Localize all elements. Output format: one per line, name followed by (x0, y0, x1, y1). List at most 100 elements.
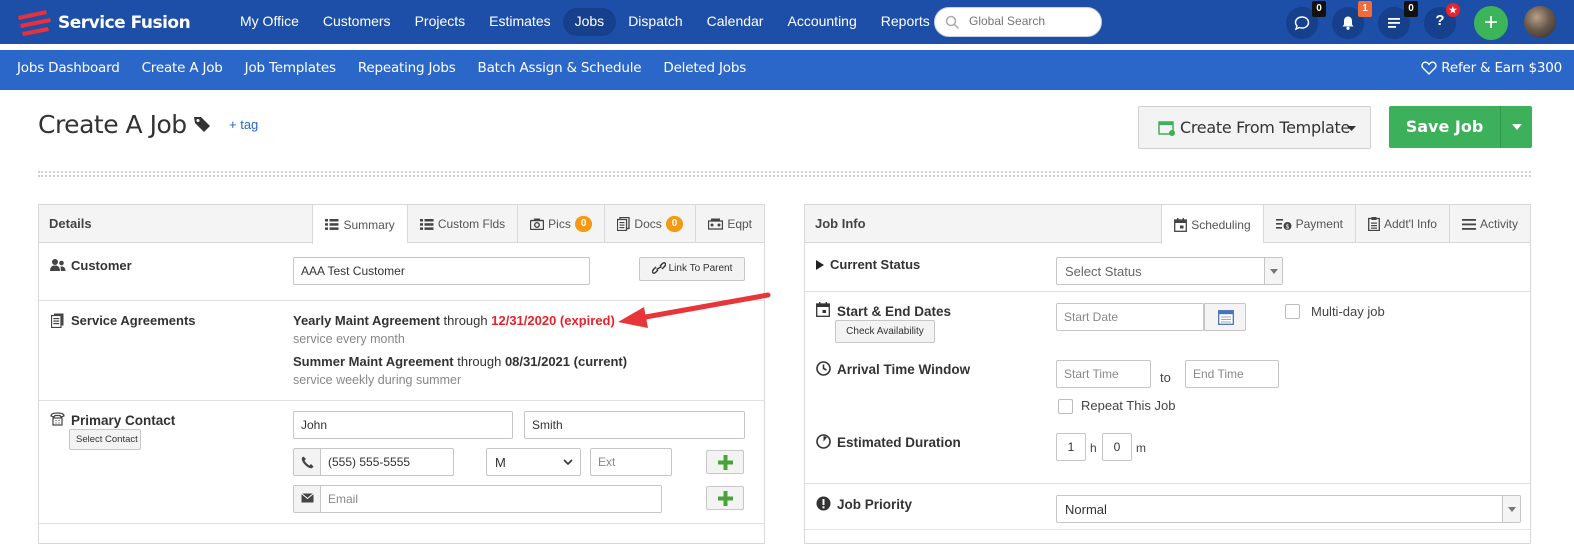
tag-icon (194, 117, 210, 132)
tab-payment[interactable]: $ Payment (1262, 205, 1355, 243)
subnav-create-a-job[interactable]: Create A Job (131, 60, 234, 76)
tab-summary[interactable]: Summary (312, 205, 407, 244)
check-availability-button[interactable]: Check Availability (835, 320, 935, 343)
nav-customers[interactable]: Customers (311, 8, 403, 36)
global-search[interactable] (934, 7, 1102, 37)
exclamation-icon (816, 496, 831, 511)
add-tag-link[interactable]: + tag (229, 117, 258, 132)
annotation-arrow (618, 292, 771, 328)
chat-button[interactable]: 0 (1286, 1, 1326, 39)
end-time-input[interactable]: End Time (1185, 360, 1279, 388)
link-icon (651, 262, 666, 274)
agreement-through: through (457, 354, 502, 369)
phone-prefix (293, 448, 321, 476)
docs-icon (617, 217, 631, 231)
duration-hours-input[interactable]: 1 (1056, 433, 1086, 461)
duration-minutes-input[interactable]: 0 (1102, 433, 1132, 461)
subnav-repeating-jobs[interactable]: Repeating Jobs (347, 60, 467, 76)
nav-reports[interactable]: Reports (869, 8, 942, 36)
timer-icon (816, 434, 831, 449)
multi-day-checkbox[interactable] (1285, 304, 1300, 319)
repeat-job-checkbox[interactable] (1058, 399, 1073, 414)
agreement-item[interactable]: Yearly Maint Agreement through 12/31/202… (293, 313, 615, 328)
payment-icon: $ (1275, 218, 1292, 230)
first-name-input[interactable]: John (293, 411, 513, 439)
create-from-template-button[interactable]: Create From Template (1138, 106, 1371, 149)
tab-equipment[interactable]: Eqpt (695, 205, 764, 243)
phone-handset-icon (301, 456, 314, 469)
tab-activity-label: Activity (1479, 217, 1518, 231)
status-select[interactable]: Select Status (1056, 257, 1283, 285)
equipment-icon (708, 218, 724, 230)
priority-select[interactable]: Normal (1056, 495, 1521, 523)
caret-down-icon (1512, 124, 1522, 130)
ext-input[interactable]: Ext (590, 448, 672, 476)
tab-additional-info[interactable]: Addt'l Info (1354, 205, 1449, 243)
subnav-batch-assign[interactable]: Batch Assign & Schedule (467, 60, 653, 76)
search-input[interactable] (969, 14, 1095, 28)
job-priority-label: Job Priority (837, 497, 913, 512)
nav-estimates[interactable]: Estimates (477, 8, 562, 36)
heart-icon (1421, 61, 1437, 75)
tab-docs[interactable]: Docs 0 (604, 205, 695, 243)
refer-link[interactable]: Refer & Earn $300 (1421, 60, 1562, 76)
customer-input[interactable]: AAA Test Customer (293, 257, 590, 285)
bell-icon (1342, 16, 1354, 30)
agreement-date-expired: 12/31/2020 (expired) (491, 313, 615, 328)
subnav-jobs-dashboard[interactable]: Jobs Dashboard (6, 60, 131, 76)
chevron-down-icon (1502, 496, 1520, 522)
email-input[interactable]: Email (320, 485, 662, 513)
top-navbar: Service Fusion My Office Customers Proje… (0, 0, 1574, 44)
tab-scheduling[interactable]: Scheduling (1161, 205, 1263, 244)
add-phone-button[interactable] (706, 450, 744, 474)
agreement-note: service every month (293, 332, 405, 346)
notifications-button[interactable]: 1 (1332, 1, 1372, 39)
tab-custom-fields-label: Custom Flds (437, 217, 506, 231)
start-date-input[interactable]: Start Date (1056, 303, 1204, 331)
nav-dispatch[interactable]: Dispatch (616, 8, 694, 36)
phone-input[interactable]: (555) 555-5555 (320, 448, 454, 476)
agreement-item[interactable]: Summer Maint Agreement through 08/31/202… (293, 354, 627, 369)
nav-calendar[interactable]: Calendar (695, 8, 776, 36)
nav-jobs[interactable]: Jobs (562, 8, 617, 36)
nav-projects[interactable]: Projects (403, 8, 478, 36)
quick-add-button[interactable]: + (1474, 6, 1508, 40)
link-to-parent-label: Link To Parent (668, 263, 733, 274)
calendar-icon (816, 302, 830, 317)
start-time-input[interactable]: Start Time (1056, 360, 1151, 388)
estimated-duration-label: Estimated Duration (837, 435, 961, 450)
tab-payment-label: Payment (1295, 217, 1343, 231)
link-to-parent-button[interactable]: Link To Parent (639, 257, 745, 281)
tab-custom-fields[interactable]: Custom Flds (406, 205, 517, 243)
app-logo[interactable]: Service Fusion (16, 8, 196, 36)
primary-contact-label: Primary Contact (71, 413, 176, 428)
last-name-input[interactable]: Smith (524, 411, 745, 439)
minutes-unit: m (1136, 441, 1146, 455)
row-separator (805, 483, 1530, 484)
subnav-deleted-jobs[interactable]: Deleted Jobs (652, 60, 757, 76)
calendar-icon (1174, 217, 1188, 232)
jobs-subnav: Jobs Dashboard Create A Job Job Template… (0, 50, 1574, 90)
tab-activity[interactable]: Activity (1448, 205, 1530, 243)
nav-accounting[interactable]: Accounting (775, 8, 868, 36)
user-avatar[interactable] (1524, 6, 1556, 38)
subnav-job-templates[interactable]: Job Templates (234, 60, 347, 76)
select-contact-button[interactable]: Select Contact (69, 429, 141, 450)
save-job-button[interactable]: Save Job (1389, 106, 1532, 148)
nav-my-office[interactable]: My Office (228, 8, 311, 36)
tab-docs-label: Docs (634, 217, 662, 231)
phone-type-select[interactable]: M (486, 448, 581, 476)
add-email-button[interactable] (706, 486, 744, 510)
help-button[interactable]: ? ★ (1424, 3, 1460, 39)
tab-pics[interactable]: Pics 0 (517, 205, 604, 243)
caret-right-icon[interactable] (816, 260, 824, 270)
save-options-dropdown[interactable] (1500, 106, 1532, 148)
row-separator (39, 523, 764, 524)
tasks-button[interactable]: 0 (1378, 1, 1418, 39)
customer-label: Customer (71, 258, 132, 273)
job-info-panel: Job Info Scheduling $ Payment Addt'l Inf… (804, 204, 1531, 544)
date-picker-button[interactable] (1204, 303, 1246, 331)
tab-pics-label: Pics (548, 217, 571, 231)
document-icon (51, 313, 64, 328)
refer-label: Refer & Earn $300 (1441, 60, 1562, 76)
